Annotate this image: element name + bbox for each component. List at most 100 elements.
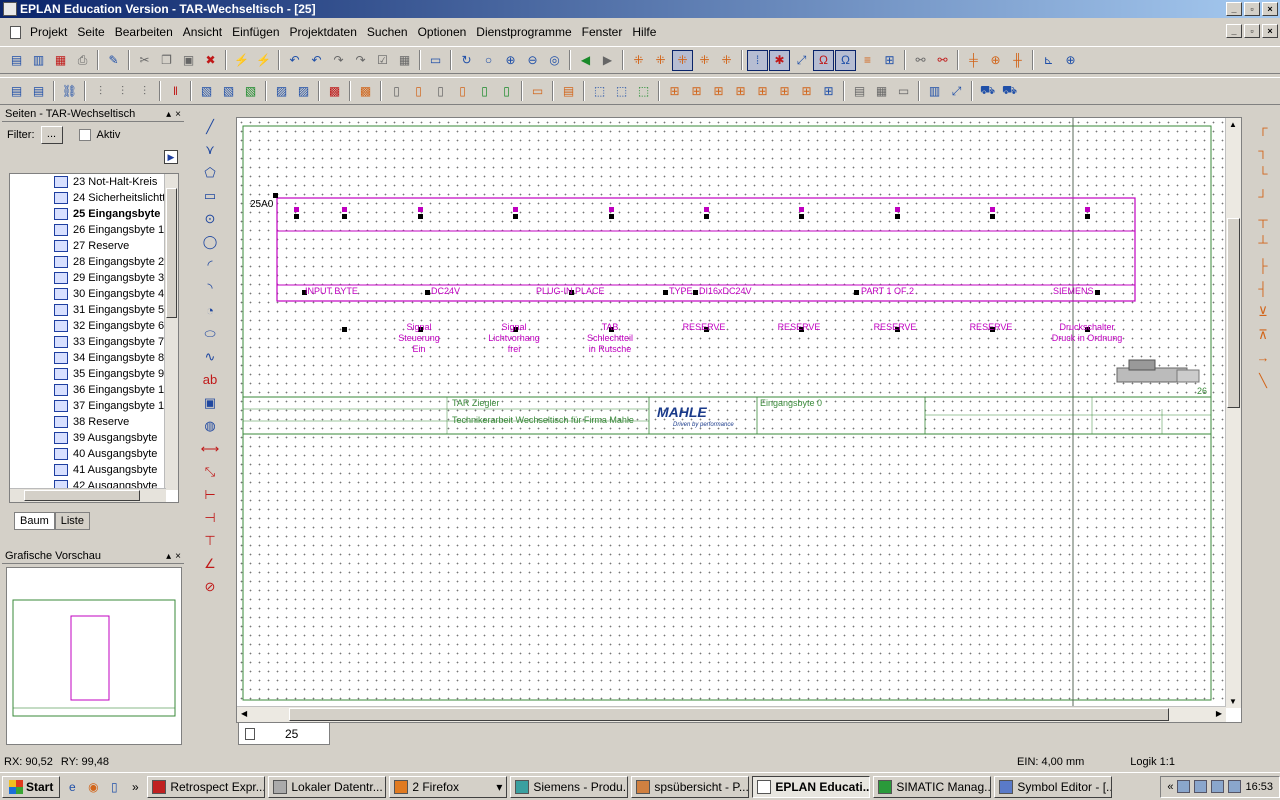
task-local-drive[interactable]: Lokaler Datentr... [268, 775, 387, 798]
doc4-icon[interactable]: ▯ [452, 81, 473, 102]
forward-icon[interactable]: ▶ [597, 50, 618, 71]
arc-tool-icon[interactable]: ◜ [197, 253, 223, 276]
t-up-icon[interactable]: ┴ [1250, 231, 1276, 254]
schematic-vertical-scrollbar[interactable]: ▲ ▼ [1225, 118, 1241, 708]
tree-item[interactable]: 35 Eingangsbyte 9 [10, 366, 178, 382]
close-project-icon[interactable]: ▦ [50, 50, 71, 71]
panel-collapse-icon[interactable]: ▴ [166, 109, 171, 120]
polygon-tool-icon[interactable]: ⬠ [197, 161, 223, 184]
aktiv-checkbox[interactable] [78, 129, 91, 141]
tree-item[interactable]: 23 Not-Halt-Kreis [10, 174, 178, 190]
branch-down-icon[interactable]: ⊻ [1250, 300, 1276, 323]
network-tray-icon[interactable] [1177, 780, 1191, 793]
task-symbol-editor[interactable]: Symbol Editor - [... [994, 775, 1113, 798]
snap-active-icon[interactable]: ⁜ [672, 49, 693, 71]
ellipse-tool-icon[interactable]: ⬭ [197, 322, 223, 345]
device4-icon[interactable]: ▨ [271, 81, 292, 102]
check-icon[interactable]: ☑ [372, 50, 393, 71]
image-tool-icon[interactable]: ▣ [197, 391, 223, 414]
tree-item[interactable]: 30 Eingangsbyte 4 [10, 286, 178, 302]
cart-icon[interactable]: ⛟ [977, 81, 998, 102]
tree-hscroll-thumb[interactable] [24, 490, 140, 501]
doc5-icon[interactable]: ▯ [474, 81, 495, 102]
insert1-icon[interactable]: ▥ [924, 81, 945, 102]
security-tray-icon[interactable] [1228, 780, 1242, 793]
dimension-incremental-tool-icon[interactable]: ⊤ [197, 529, 223, 552]
snap2-icon[interactable]: ⁜ [650, 50, 671, 71]
tree-item[interactable]: 36 Eingangsbyte 1 [10, 382, 178, 398]
term4-icon[interactable]: ⊞ [730, 81, 751, 102]
magnet-icon[interactable]: Ω [813, 49, 834, 71]
angle-dimension-tool-icon[interactable]: ∠ [197, 552, 223, 575]
signal-label-7[interactable]: RESERVE [961, 322, 1021, 332]
signal-label-5[interactable]: RESERVE [769, 322, 829, 332]
preview-close-icon[interactable]: × [175, 551, 181, 562]
menu-optionen[interactable]: Optionen [413, 25, 472, 39]
tree-item[interactable]: 38 Reserve [10, 414, 178, 430]
scroll-down-icon[interactable]: ▼ [1229, 697, 1237, 706]
refresh-icon[interactable]: ↻ [456, 50, 477, 71]
paste-icon[interactable]: ▣ [178, 50, 199, 71]
grid-snap-icon[interactable]: ✱ [769, 49, 790, 71]
tree-item[interactable]: 34 Eingangsbyte 8 [10, 350, 178, 366]
wand2-icon[interactable]: ⚡ [253, 50, 274, 71]
eplan-app-icon[interactable] [3, 2, 17, 16]
signal-label-1[interactable]: Signal Steuerung Ein [389, 322, 449, 355]
tree-item[interactable]: 37 Eingangsbyte 1 [10, 398, 178, 414]
tree-vertical-scrollbar[interactable] [164, 174, 178, 490]
close-button[interactable]: × [1262, 2, 1278, 16]
menu-dienstprogramme[interactable]: Dienstprogramme [471, 25, 576, 39]
binoculars-icon[interactable]: ⚯ [910, 50, 931, 71]
node-icon[interactable]: ⊕ [1060, 50, 1081, 71]
device3-icon[interactable]: ▧ [240, 81, 261, 102]
preview-collapse-icon[interactable]: ▴ [166, 551, 171, 562]
wand-icon[interactable]: ⚡ [231, 50, 252, 71]
box3-icon[interactable]: ⬚ [633, 81, 654, 102]
sector-tool-icon[interactable]: ◔ [197, 299, 223, 322]
task-retrospect[interactable]: Retrospect Expr... [147, 775, 266, 798]
cross-icon[interactable]: ╪ [963, 50, 984, 71]
copy-icon[interactable]: ❐ [156, 50, 177, 71]
schematic-horizontal-scrollbar[interactable]: ◀ ▶ [237, 706, 1226, 722]
task-sps[interactable]: spsübersicht - P... [631, 775, 750, 798]
undo-icon[interactable]: ↶ [284, 50, 305, 71]
schematic-vscroll-thumb[interactable] [1227, 218, 1240, 408]
monitor-tray-icon[interactable] [1194, 780, 1208, 793]
project-manage-icon[interactable]: ▤ [6, 50, 27, 71]
ie-quicklaunch-icon[interactable]: e [63, 778, 81, 796]
dimension-aligned-tool-icon[interactable]: ⤡ [197, 460, 223, 483]
text1-icon[interactable]: ▤ [849, 81, 870, 102]
panel-close-icon[interactable]: × [175, 109, 181, 120]
task-eplan[interactable]: EPLAN Educati... [752, 775, 871, 798]
device1-icon[interactable]: ▧ [196, 81, 217, 102]
tree-item-selected[interactable]: 25 Eingangsbyte [10, 206, 178, 222]
line-tool-icon[interactable]: ╱ [197, 115, 223, 138]
task-firefox[interactable]: 2 Firefox ▾ [389, 775, 508, 798]
term8-icon[interactable]: ⊞ [818, 81, 839, 102]
corner-tr-icon[interactable]: ┐ [1250, 139, 1276, 162]
page-nav-icon[interactable]: ▤ [6, 81, 27, 102]
doc-close-button[interactable]: × [1262, 24, 1278, 38]
term6-icon[interactable]: ⊞ [774, 81, 795, 102]
menu-hilfe[interactable]: Hilfe [627, 25, 661, 39]
t-down-icon[interactable]: ┬ [1250, 208, 1276, 231]
preview-canvas[interactable] [6, 567, 182, 745]
connect3-icon[interactable]: ⫶ [134, 81, 155, 102]
tree-item[interactable]: 28 Eingangsbyte 2 [10, 254, 178, 270]
doc3-icon[interactable]: ▯ [430, 81, 451, 102]
page-nav2-icon[interactable]: ▤ [28, 81, 49, 102]
text3-icon[interactable]: ▭ [893, 81, 914, 102]
menu-projektdaten[interactable]: Projektdaten [285, 25, 362, 39]
signal-label-2[interactable]: Signal Lichtvorhang frei [479, 322, 549, 355]
zoom-100-icon[interactable]: ◎ [544, 50, 565, 71]
scroll-left-icon[interactable]: ◀ [241, 709, 247, 718]
tree-item[interactable]: 32 Eingangsbyte 6 [10, 318, 178, 334]
volume-tray-icon[interactable] [1211, 780, 1225, 793]
radius-dimension-tool-icon[interactable]: ⊘ [197, 575, 223, 598]
fit-icon[interactable]: ⤢ [791, 50, 812, 71]
tree-item[interactable]: 27 Reserve [10, 238, 178, 254]
print-icon[interactable]: ⎙ [72, 50, 93, 71]
table-icon[interactable]: ▦ [394, 50, 415, 71]
tree-horizontal-scrollbar[interactable] [10, 488, 166, 502]
filter-button[interactable]: ... [40, 126, 63, 144]
